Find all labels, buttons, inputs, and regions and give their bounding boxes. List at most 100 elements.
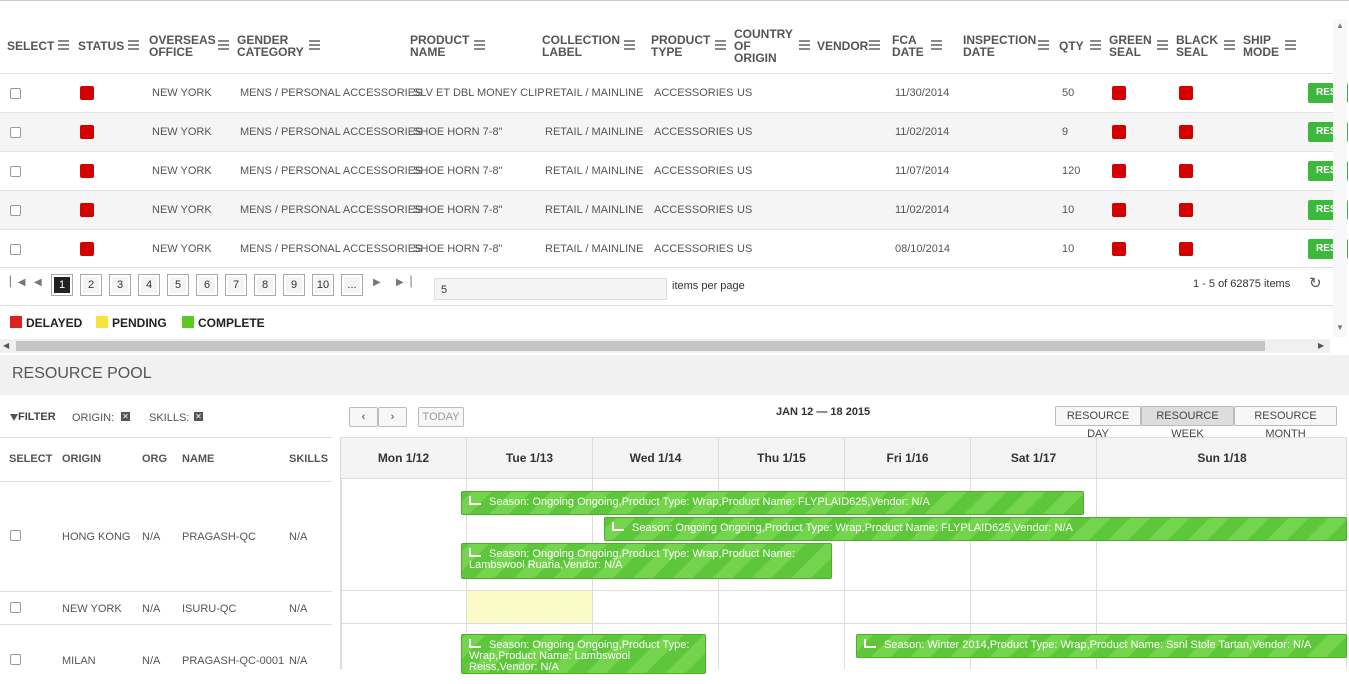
table-row[interactable]: NEW YORK MENS / PERSONAL ACCESSORIES SHOE … (0, 190, 1348, 229)
column-menu-icon[interactable] (218, 40, 229, 50)
column-menu-icon[interactable] (624, 40, 635, 50)
header-vendor[interactable]: VENDOR (817, 19, 868, 73)
header-inspection-date[interactable]: INSPECTION DATE (963, 19, 1036, 73)
resource-header-name[interactable]: NAME (182, 453, 214, 465)
table-row[interactable]: NEW YORK MENS / PERSONAL ACCESSORIES SHOE … (0, 229, 1348, 268)
table-row[interactable]: NEW YORK MENS / PERSONAL ACCESSORIES SHOE … (0, 112, 1348, 151)
chart-icon (469, 639, 481, 648)
row-checkbox[interactable] (10, 127, 21, 138)
column-menu-icon[interactable] (474, 40, 485, 50)
cell-qty: 120 (1062, 165, 1081, 177)
page-button[interactable]: 4 (138, 274, 160, 296)
calendar-event[interactable]: Season: Winter 2014,Product Type: Wrap,P… (856, 634, 1347, 658)
status-indicator (80, 125, 94, 139)
prev-week-button[interactable]: ‹ (349, 407, 378, 427)
calendar-event[interactable]: Season: Ongoing Ongoing,Product Type: Wr… (604, 517, 1347, 541)
view-resource-week[interactable]: RESOURCE WEEK (1141, 406, 1234, 440)
day-header: Thu 1/15 (719, 438, 845, 480)
vertical-scrollbar[interactable]: ▲ ▼ (1333, 19, 1347, 337)
header-status[interactable]: STATUS (78, 19, 124, 73)
scroll-right-icon[interactable]: ▶ (1318, 341, 1324, 350)
row-checkbox[interactable] (10, 166, 21, 177)
page-button[interactable]: 6 (196, 274, 218, 296)
cell-office: NEW YORK (152, 165, 212, 177)
today-button[interactable]: TODAY (418, 407, 464, 427)
cell-office: NEW YORK (152, 243, 212, 255)
page-button[interactable]: 3 (109, 274, 131, 296)
row-checkbox[interactable] (10, 205, 21, 216)
highlighted-slot[interactable] (466, 591, 592, 623)
header-product-name[interactable]: PRODUCT NAME (410, 19, 470, 73)
horizontal-scrollbar[interactable]: ◀ ▶ (0, 339, 1330, 353)
column-menu-icon[interactable] (1090, 40, 1101, 50)
header-fca-date[interactable]: FCA DATE (892, 19, 928, 73)
column-menu-icon[interactable] (309, 40, 320, 50)
column-menu-icon[interactable] (1224, 40, 1235, 50)
column-menu-icon[interactable] (715, 40, 726, 50)
scroll-left-icon[interactable]: ◀ (3, 341, 9, 350)
scroll-down-icon[interactable]: ▼ (1336, 323, 1344, 332)
row-checkbox[interactable] (10, 244, 21, 255)
resource-checkbox[interactable] (10, 530, 21, 541)
resource-checkbox[interactable] (10, 654, 21, 665)
header-green-seal[interactable]: GREEN SEAL (1109, 19, 1153, 73)
day-header: Sun 1/18 (1197, 451, 1247, 465)
view-resource-month[interactable]: RESOURCE MONTH (1234, 406, 1337, 440)
last-page-icon[interactable]: ▶▕ (396, 277, 411, 288)
page-button[interactable]: 1 (51, 274, 73, 296)
scroll-up-icon[interactable]: ▲ (1336, 21, 1344, 30)
page-button[interactable]: 5 (167, 274, 189, 296)
column-menu-icon[interactable] (1285, 40, 1296, 50)
column-menu-icon[interactable] (128, 40, 139, 50)
header-product-type[interactable]: PRODUCT TYPE (651, 19, 713, 73)
table-row[interactable]: NEW YORK MENS / PERSONAL ACCESSORIES SHOE … (0, 151, 1348, 190)
header-collection-label[interactable]: COLLECTION LABEL (542, 19, 622, 73)
scrollbar-thumb[interactable] (16, 341, 1265, 351)
view-resource-day[interactable]: RESOURCE DAY (1055, 406, 1141, 440)
resource-header-origin[interactable]: ORIGIN (62, 453, 101, 465)
column-menu-icon[interactable] (1157, 40, 1168, 50)
header-black-seal[interactable]: BLACK SEAL (1176, 19, 1220, 73)
refresh-icon[interactable]: ↻ (1309, 274, 1322, 292)
cell-fca: 11/07/2014 (895, 165, 950, 177)
column-menu-icon[interactable] (58, 40, 69, 50)
black-seal-indicator (1179, 164, 1193, 178)
status-indicator (80, 203, 94, 217)
column-menu-icon[interactable] (1038, 40, 1049, 50)
page-button[interactable]: 9 (283, 274, 305, 296)
resource-header-skills[interactable]: SKILLS (289, 453, 328, 465)
column-menu-icon[interactable] (799, 40, 810, 50)
origin-clear-icon[interactable]: ✕ (121, 412, 130, 421)
next-page-icon[interactable]: ▶ (373, 277, 381, 288)
next-week-button[interactable]: › (378, 407, 407, 427)
first-page-icon[interactable]: ▏◀ (10, 277, 25, 288)
header-qty[interactable]: QTY (1059, 19, 1084, 73)
page-button[interactable]: 8 (254, 274, 276, 296)
resource-row[interactable]: NEW YORK N/A ISURU-QC N/A (0, 591, 332, 624)
column-menu-icon[interactable] (869, 40, 880, 50)
filter-button[interactable]: FILTER (10, 411, 56, 423)
page-button[interactable]: 10 (312, 274, 334, 296)
column-menu-icon[interactable] (931, 40, 942, 50)
header-country-of-origin[interactable]: COUNTRY OF ORIGIN (734, 19, 796, 73)
resource-header-select[interactable]: SELECT (9, 453, 52, 465)
resource-row[interactable]: MILAN N/A PRAGASH-QC-0001 N/A (0, 624, 332, 684)
row-checkbox[interactable] (10, 88, 21, 99)
table-row[interactable]: NEW YORK MENS / PERSONAL ACCESSORIES SLV E… (0, 73, 1348, 112)
header-gender-category[interactable]: GENDER CATEGORY (237, 19, 307, 73)
previous-page-icon[interactable]: ◀ (34, 277, 42, 288)
header-ship-mode[interactable]: SHIP MODE (1243, 19, 1283, 73)
calendar-event[interactable]: Season: Ongoing Ongoing,Product Type: Wr… (461, 543, 832, 579)
header-select[interactable]: SELECT (7, 19, 54, 73)
skills-clear-icon[interactable]: ✕ (194, 412, 203, 421)
page-button[interactable]: 7 (225, 274, 247, 296)
resource-row[interactable]: HONG KONG N/A PRAGASH-QC N/A (0, 481, 332, 591)
resource-checkbox[interactable] (10, 602, 21, 613)
calendar-event[interactable]: Season: Ongoing Ongoing,Product Type: Wr… (461, 634, 706, 674)
header-overseas-office[interactable]: OVERSEAS OFFICE (149, 19, 216, 73)
items-per-page-input[interactable]: 5 (434, 278, 667, 300)
page-button[interactable]: 2 (80, 274, 102, 296)
page-button[interactable]: ... (341, 274, 363, 296)
calendar-event[interactable]: Season: Ongoing Ongoing,Product Type: Wr… (461, 491, 1084, 515)
resource-header-org[interactable]: ORG (142, 453, 167, 465)
